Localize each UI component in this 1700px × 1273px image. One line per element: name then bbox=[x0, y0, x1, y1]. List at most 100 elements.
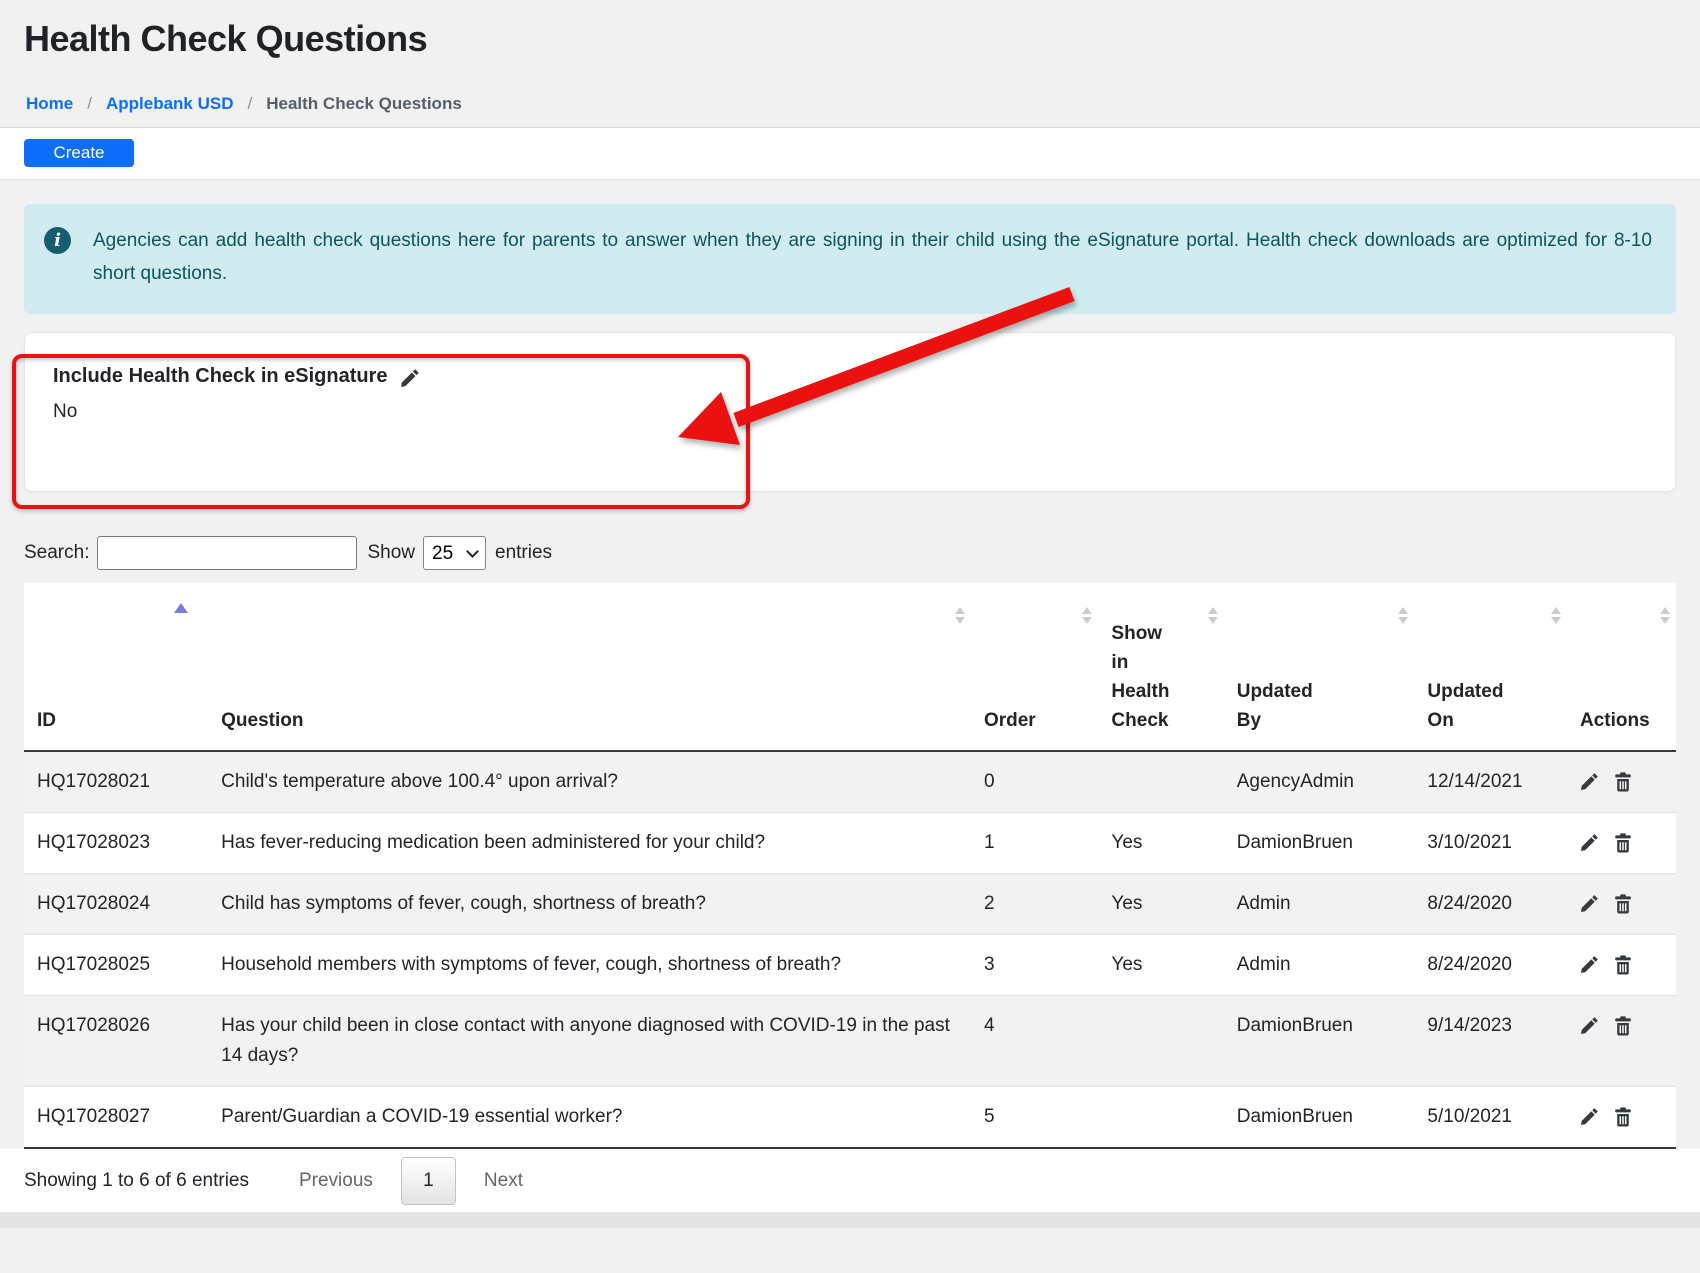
trash-icon[interactable] bbox=[1614, 1107, 1632, 1127]
column-header-question[interactable]: Question bbox=[208, 583, 971, 752]
trash-icon[interactable] bbox=[1614, 955, 1632, 975]
cell-question: Has fever-reducing medication been admin… bbox=[208, 812, 971, 874]
cell-show-in-health-check bbox=[1098, 1086, 1224, 1148]
entries-summary: Showing 1 to 6 of 6 entries bbox=[24, 1169, 249, 1191]
esignature-card-wrapper: Include Health Check in eSignature No bbox=[12, 286, 1676, 509]
cell-order: 3 bbox=[970, 934, 1099, 996]
cell-question: Parent/Guardian a COVID-19 essential wor… bbox=[208, 1086, 971, 1148]
table-row: HQ17028027 Parent/Guardian a COVID-19 ess… bbox=[24, 1086, 1676, 1148]
sort-icon bbox=[1660, 607, 1670, 624]
bottom-strip bbox=[0, 1212, 1700, 1228]
cell-actions bbox=[1566, 1086, 1676, 1148]
cell-question: Household members with symptoms of fever… bbox=[208, 934, 971, 996]
cell-updated-by: DamionBruen bbox=[1223, 812, 1415, 874]
cell-updated-by: DamionBruen bbox=[1223, 995, 1415, 1087]
column-header-updated-by[interactable]: Updated By bbox=[1223, 583, 1415, 752]
cell-updated-on: 3/10/2021 bbox=[1414, 812, 1567, 874]
breadcrumb-current: Health Check Questions bbox=[266, 94, 462, 113]
sort-icon bbox=[1550, 607, 1561, 624]
column-header-updated-on[interactable]: Updated On bbox=[1414, 583, 1567, 752]
column-header-show-in-health-check[interactable]: Show in Health Check bbox=[1098, 583, 1224, 752]
sort-icon bbox=[1207, 607, 1218, 624]
page-size-select-wrapper: 25 bbox=[423, 536, 487, 570]
cell-updated-on: 5/10/2021 bbox=[1414, 1086, 1567, 1148]
trash-icon[interactable] bbox=[1614, 772, 1632, 792]
cell-show-in-health-check bbox=[1098, 995, 1224, 1087]
breadcrumb: Home / Applebank USD / Health Check Ques… bbox=[24, 60, 1676, 127]
cell-order: 0 bbox=[970, 750, 1099, 813]
trash-icon[interactable] bbox=[1614, 833, 1632, 853]
cell-updated-by: DamionBruen bbox=[1223, 1086, 1415, 1148]
cell-updated-on: 8/24/2020 bbox=[1414, 934, 1567, 996]
cell-show-in-health-check: Yes bbox=[1098, 812, 1224, 874]
cell-show-in-health-check bbox=[1098, 750, 1224, 813]
cell-actions bbox=[1566, 812, 1676, 874]
table-row: HQ17028021 Child's temperature above 100.… bbox=[24, 750, 1676, 813]
cell-updated-by: Admin bbox=[1223, 934, 1415, 996]
sort-ascending-icon bbox=[174, 603, 189, 613]
pencil-icon[interactable] bbox=[1580, 833, 1599, 852]
cell-id: HQ17028026 bbox=[24, 995, 209, 1087]
cell-updated-on: 12/14/2021 bbox=[1414, 750, 1567, 813]
toolbar: Create bbox=[0, 128, 1700, 180]
cell-actions bbox=[1566, 934, 1676, 996]
sort-icon bbox=[954, 607, 965, 624]
pencil-icon[interactable] bbox=[1580, 894, 1599, 913]
cell-order: 4 bbox=[970, 995, 1099, 1087]
health-check-questions-table: ID Question Order Show in Health Check U… bbox=[24, 583, 1676, 1149]
cell-order: 5 bbox=[970, 1086, 1099, 1148]
pagination-page-1[interactable]: 1 bbox=[400, 1156, 456, 1205]
cell-updated-by: Admin bbox=[1223, 873, 1415, 935]
table-header-row: ID Question Order Show in Health Check U… bbox=[24, 583, 1676, 752]
search-input[interactable] bbox=[97, 536, 358, 570]
cell-question: Child has symptoms of fever, cough, shor… bbox=[208, 873, 971, 935]
cell-show-in-health-check: Yes bbox=[1098, 873, 1224, 935]
trash-icon[interactable] bbox=[1614, 1016, 1632, 1036]
cell-id: HQ17028024 bbox=[24, 873, 209, 935]
pencil-icon[interactable] bbox=[1580, 772, 1599, 791]
cell-updated-by: AgencyAdmin bbox=[1223, 750, 1415, 813]
table-row: HQ17028023 Has fever-reducing medication … bbox=[24, 812, 1676, 874]
page-title: Health Check Questions bbox=[24, 18, 428, 59]
cell-order: 2 bbox=[970, 873, 1099, 935]
column-header-id[interactable]: ID bbox=[24, 583, 209, 752]
pencil-icon[interactable] bbox=[400, 368, 420, 388]
column-header-actions[interactable]: Actions bbox=[1566, 583, 1676, 752]
breadcrumb-separator: / bbox=[247, 94, 253, 113]
entries-label: entries bbox=[495, 542, 553, 563]
cell-updated-on: 9/14/2023 bbox=[1414, 995, 1567, 1087]
sort-icon bbox=[1082, 607, 1093, 624]
esignature-card: Include Health Check in eSignature No bbox=[24, 332, 1676, 492]
cell-show-in-health-check: Yes bbox=[1098, 934, 1224, 996]
cell-question: Has your child been in close contact wit… bbox=[208, 995, 971, 1087]
pagination-previous[interactable]: Previous bbox=[285, 1170, 387, 1192]
pencil-icon[interactable] bbox=[1580, 1016, 1599, 1035]
cell-actions bbox=[1566, 873, 1676, 935]
page-size-select[interactable]: 25 bbox=[423, 536, 487, 570]
table-row: HQ17028026 Has your child been in close c… bbox=[24, 995, 1676, 1087]
breadcrumb-link-agency[interactable]: Applebank USD bbox=[106, 94, 234, 114]
cell-actions bbox=[1566, 995, 1676, 1087]
sort-icon bbox=[1398, 607, 1409, 624]
trash-icon[interactable] bbox=[1614, 894, 1632, 914]
pencil-icon[interactable] bbox=[1580, 1107, 1599, 1126]
pagination-next[interactable]: Next bbox=[470, 1170, 537, 1192]
table-footer: Showing 1 to 6 of 6 entries Previous 1 N… bbox=[0, 1149, 1700, 1212]
column-header-order[interactable]: Order bbox=[970, 583, 1099, 752]
show-label: Show bbox=[367, 542, 416, 563]
esignature-card-value: No bbox=[53, 401, 78, 422]
info-icon: i bbox=[44, 227, 71, 254]
esignature-card-title: Include Health Check in eSignature bbox=[53, 365, 388, 387]
info-alert-text: Agencies can add health check questions … bbox=[93, 230, 1652, 284]
cell-id: HQ17028023 bbox=[24, 812, 209, 874]
main-content: i Agencies can add health check question… bbox=[0, 180, 1700, 1149]
table-controls: Search: Show 25 entries bbox=[24, 536, 1676, 570]
table-row: HQ17028025 Household members with symptom… bbox=[24, 934, 1676, 996]
breadcrumb-separator: / bbox=[87, 94, 92, 113]
breadcrumb-link-home[interactable]: Home bbox=[26, 94, 73, 114]
create-button[interactable]: Create bbox=[24, 139, 134, 167]
cell-id: HQ17028027 bbox=[24, 1086, 209, 1148]
table-row: HQ17028024 Child has symptoms of fever, c… bbox=[24, 873, 1676, 935]
cell-actions bbox=[1566, 750, 1676, 813]
pencil-icon[interactable] bbox=[1580, 955, 1599, 974]
